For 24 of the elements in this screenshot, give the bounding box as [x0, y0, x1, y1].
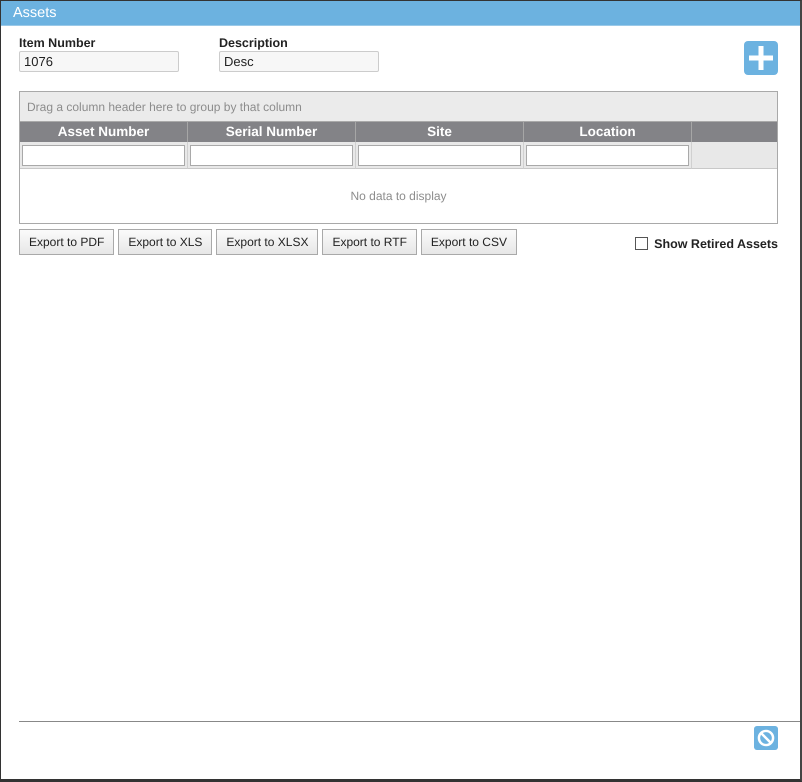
filter-field[interactable]: [190, 144, 353, 166]
export-button[interactable]: Export to XLS: [118, 229, 212, 255]
checkbox[interactable]: [635, 237, 648, 250]
empty-message: No data to display: [350, 189, 447, 203]
window-title: Assets: [13, 5, 57, 21]
column-header[interactable]: Site: [356, 122, 524, 142]
export-button[interactable]: Export to XLSX: [216, 229, 318, 255]
filter-field[interactable]: [358, 144, 521, 166]
export-button[interactable]: Export to CSV: [420, 229, 517, 255]
column-header[interactable]: Location: [524, 122, 692, 142]
cancel-button[interactable]: [754, 726, 778, 750]
input-field[interactable]: Desc: [219, 51, 379, 72]
input-field[interactable]: 1076: [19, 51, 179, 72]
group-panel-hint: Drag a column header here to group by that column: [27, 100, 302, 114]
checkbox-label: Show Retired Assets: [654, 236, 778, 250]
field-label: Item Number: [19, 35, 96, 51]
filter-field[interactable]: [22, 144, 185, 166]
field-label: Description: [219, 35, 289, 51]
column-header[interactable]: Asset Number: [20, 122, 188, 142]
export-button[interactable]: Export to RTF: [322, 229, 417, 255]
filter-field[interactable]: [526, 144, 689, 166]
add-button[interactable]: [744, 41, 778, 75]
column-header[interactable]: Serial Number: [188, 122, 356, 142]
export-button[interactable]: Export to PDF: [19, 229, 114, 255]
